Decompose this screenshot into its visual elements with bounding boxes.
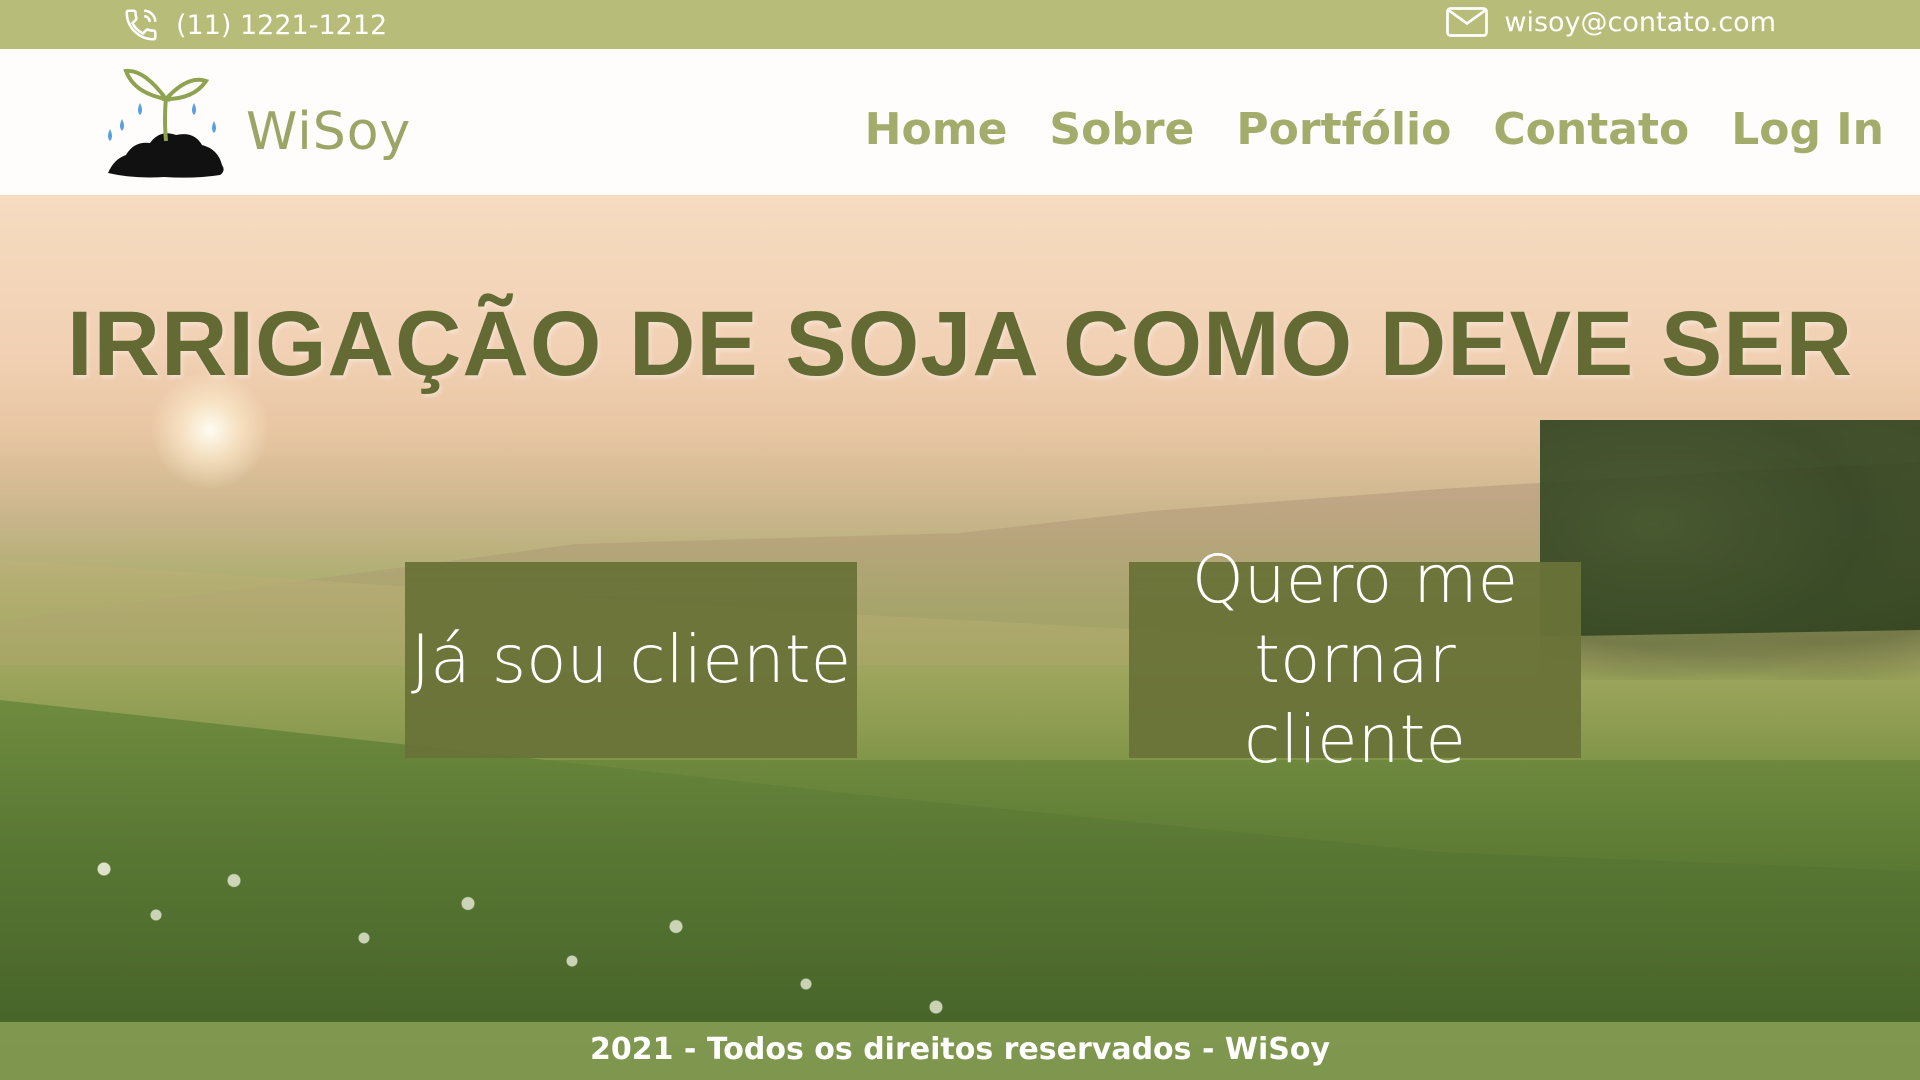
hero-flowers xyxy=(0,800,1300,1030)
contact-bar: (11) 1221-1212 wisoy@contato.com xyxy=(0,0,1920,49)
logo[interactable]: WiSoy xyxy=(104,59,411,185)
phone-icon xyxy=(122,6,160,44)
phone-number: (11) 1221-1212 xyxy=(176,9,388,41)
become-client-button[interactable]: Quero me tornar cliente xyxy=(1129,541,1581,778)
become-client-line-1: Quero me xyxy=(1191,541,1519,618)
footer-copyright: 2021 - Todos os direitos reservados - Wi… xyxy=(589,1032,1331,1067)
hero-title: IRRIGAÇÃO DE SOJA COMO DEVE SER xyxy=(66,293,1854,395)
become-client-line-2: tornar cliente xyxy=(1244,621,1466,778)
nav-portfolio[interactable]: Portfólio xyxy=(1236,104,1451,155)
main-nav: Home Sobre Portfólio Contato Log In xyxy=(865,104,1884,155)
phone-contact[interactable]: (11) 1221-1212 xyxy=(122,6,387,44)
become-client-label: Quero me tornar cliente xyxy=(1165,540,1545,780)
site-header: WiSoy Home Sobre Portfólio Contato Log I… xyxy=(0,49,1920,195)
brand-name: WiSoy xyxy=(246,102,412,162)
email-contact[interactable]: wisoy@contato.com xyxy=(1446,6,1776,38)
soy-sprout-logo-icon xyxy=(104,59,228,185)
nav-home[interactable]: Home xyxy=(865,104,1008,155)
nav-contato[interactable]: Contato xyxy=(1493,104,1689,155)
nav-sobre[interactable]: Sobre xyxy=(1049,104,1194,155)
email-address: wisoy@contato.com xyxy=(1504,6,1776,38)
existing-client-button[interactable]: Já sou cliente xyxy=(405,562,857,758)
site-footer: 2021 - Todos os direitos reservados - Wi… xyxy=(0,1022,1920,1080)
mail-icon xyxy=(1446,6,1489,38)
landing-page: (11) 1221-1212 wisoy@contato.com WiSoy H… xyxy=(0,0,1920,1080)
nav-login[interactable]: Log In xyxy=(1731,104,1884,155)
existing-client-label: Já sou cliente xyxy=(410,621,852,698)
